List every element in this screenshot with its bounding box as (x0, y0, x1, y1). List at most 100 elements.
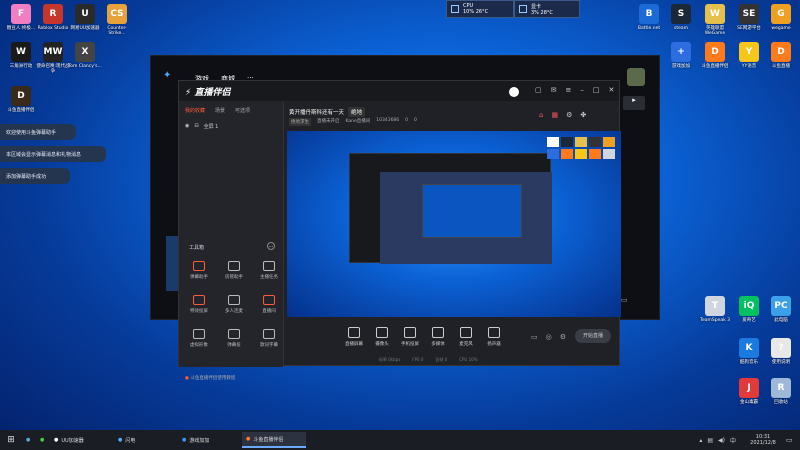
tool-label: 弹幕助手 (190, 275, 208, 280)
menu-icon[interactable]: ≡ (566, 86, 572, 94)
share-icon[interactable]: ✤ (580, 111, 586, 119)
source-control[interactable]: 手机投屏 (397, 327, 423, 347)
desktop-shortcut[interactable]: MW 使命召唤:现代战争 (36, 42, 70, 74)
tool-label: 房管助手 (225, 275, 243, 280)
shortcut-label: Tom Clancy's... (68, 64, 102, 69)
system-tray[interactable]: ▴ ▤ ◀) 中 (695, 432, 740, 448)
desktop-shortcut[interactable]: ? 使用说明 (764, 338, 798, 365)
desktop-shortcut[interactable]: D 斗鱼直播伴侣 (698, 42, 732, 69)
eye-icon[interactable]: ◎ (546, 333, 552, 341)
desktop-shortcut[interactable]: CS Counter-Strike... (100, 4, 134, 36)
taskbar-pin[interactable]: ● (36, 432, 50, 448)
shortcut-icon: X (75, 42, 95, 62)
source-control[interactable]: 直播屏幕 (341, 327, 367, 347)
maximize-icon[interactable]: □ (593, 86, 600, 94)
desktop-shortcut[interactable]: F 糖豆人:终极... (4, 4, 38, 31)
start-live-button[interactable]: 开始直播 (575, 329, 611, 343)
cpu-icon (451, 5, 459, 13)
desktop-shortcut[interactable]: U 网易UU加速器 (68, 4, 102, 31)
taskbar-label: 游戏加加 (189, 437, 210, 444)
desktop-shortcut[interactable]: T TeamSpeak 3 (698, 296, 732, 323)
desktop-shortcut[interactable]: iQ 爱奇艺 (732, 296, 766, 323)
tool-item[interactable]: 主播任务 (251, 261, 287, 280)
desktop-shortcut[interactable]: Ssteam (664, 4, 698, 31)
control-icon (348, 327, 360, 338)
taskbar-pin[interactable]: ● (22, 432, 36, 448)
tutorial-link[interactable]: 斗鱼直播伴侣使用教程 (190, 376, 235, 381)
volume-icon[interactable]: ◀) (718, 437, 725, 444)
desktop-shortcut[interactable]: R Roblox Studio (36, 4, 70, 31)
taskbar-item[interactable]: ● 游戏加加 (178, 432, 242, 448)
tab-favorites[interactable]: 我的收藏 (185, 107, 205, 114)
tool-item[interactable]: 虚拟形象 (181, 329, 217, 348)
desktop-shortcut[interactable]: W 三角洲行动 (4, 42, 38, 69)
live-companion-window[interactable]: ⚡ 直播伴侣 ▢ ✉ ≡ – □ ✕ 我的收藏 场景 可选项 ◉ ⊟ 全屏 1 … (178, 80, 621, 381)
tray-icon[interactable]: ▴ (699, 437, 702, 444)
clock[interactable]: 10:31 2021/12/8 (740, 434, 786, 446)
ime-icon[interactable]: 中 (730, 436, 736, 445)
desktop-shortcut[interactable]: J 金山毒霸 (732, 378, 766, 405)
desktop-shortcut[interactable]: + 游戏加加 (664, 42, 698, 69)
tool-item[interactable]: 弹幕助手 (181, 261, 217, 280)
tool-label: 歌词字幕 (260, 343, 278, 348)
settings-icon[interactable]: ⚙ (566, 111, 572, 119)
camera-icon[interactable]: ▭ (531, 333, 538, 341)
source-control[interactable]: 扬声器 (481, 327, 507, 347)
chat-icon[interactable]: ▢ (535, 86, 542, 94)
stream-status: 直播未开启 (317, 119, 340, 124)
tool-item[interactable]: 特效投屏 (181, 295, 217, 314)
desktop-shortcut[interactable]: B Battle.net (632, 4, 666, 31)
scene-item[interactable]: 全屏 1 (204, 123, 219, 130)
more-tools-icon[interactable]: … (267, 242, 275, 250)
desktop-shortcut[interactable]: D 斗鱼直播伴侣 (4, 86, 38, 113)
desktop-shortcut[interactable]: X Tom Clancy's... (68, 42, 102, 69)
source-control[interactable]: 多媒体 (425, 327, 451, 347)
tool-item[interactable]: 多人连麦 (216, 295, 252, 314)
desktop-shortcut[interactable]: D 斗鱼直播 (764, 42, 798, 69)
room-title[interactable]: 黄开播丹斯科还有一天 (289, 108, 344, 116)
tab-scenes[interactable]: 场景 (215, 107, 225, 114)
desktop-shortcut[interactable]: Gwegame (764, 4, 798, 31)
scene-panel: 我的收藏 场景 可选项 ◉ ⊟ 全屏 1 工具箱 … 弹幕助手 房管助手 主播任务特… (179, 101, 287, 381)
settings-icon[interactable]: ⚙ (560, 333, 566, 341)
lock-icon[interactable]: ⊟ (194, 123, 198, 130)
gift-icon[interactable]: ✉ (551, 86, 557, 94)
user-avatar[interactable] (509, 87, 519, 97)
network-icon[interactable]: ▤ (707, 437, 713, 444)
taskbar-item[interactable]: ● UU加速器 (50, 432, 114, 448)
start-button[interactable]: ⊞ (0, 432, 22, 448)
tool-item[interactable]: 歌词字幕 (251, 329, 287, 348)
preview-canvas[interactable] (287, 131, 621, 317)
notification-icon[interactable]: ▭ (786, 436, 800, 444)
category[interactable]: 绝地求生 (289, 118, 311, 126)
toast-message: 欢迎使用斗鱼弹幕助手 (0, 124, 76, 140)
tab-options[interactable]: 可选项 (235, 107, 250, 114)
taskbar-item[interactable]: ● 斗鱼直播伴侣 (242, 432, 306, 448)
shortcut-icon: SE (739, 4, 759, 24)
tool-item[interactable]: 弹幕投 (216, 329, 252, 348)
room-tag[interactable]: 绝地 (348, 107, 366, 117)
eye-icon[interactable]: ◉ (185, 123, 189, 130)
source-control[interactable]: 麦克风 (453, 327, 479, 347)
minimize-icon[interactable]: – (580, 86, 584, 94)
close-icon[interactable]: ✕ (609, 86, 615, 94)
tool-item[interactable]: 直播间 (251, 295, 287, 314)
desktop-shortcut[interactable]: PC 此电脑 (764, 296, 798, 323)
desktop-shortcut[interactable]: W 英雄联盟WeGame (698, 4, 732, 36)
desktop-shortcut[interactable]: R 回收站 (764, 378, 798, 405)
shortcut-label: SE网游平台 (737, 26, 761, 31)
status-bar: 码率 0kbps FPS 0 丢帧 0 CPU 10% (379, 357, 478, 363)
shop-icon[interactable]: ⌂ (539, 111, 543, 119)
desktop-shortcut[interactable]: K 酷狗音乐 (732, 338, 766, 365)
desktop-shortcut[interactable]: Y YY语音 (732, 42, 766, 69)
desktop-shortcut[interactable]: SE SE网游平台 (732, 4, 766, 31)
chat-icon[interactable]: ▭ (621, 296, 628, 304)
launcher-side-button[interactable]: ▸ (623, 96, 645, 110)
shortcut-label: 爱奇艺 (742, 318, 756, 323)
avatar[interactable] (627, 68, 645, 86)
app-name: 直播伴侣 (194, 88, 231, 98)
tool-item[interactable]: 房管助手 (216, 261, 252, 280)
grid-icon[interactable]: ▦ (551, 111, 558, 119)
source-control[interactable]: 摄像头 (369, 327, 395, 347)
taskbar-item[interactable]: ● 闪电 (114, 432, 178, 448)
